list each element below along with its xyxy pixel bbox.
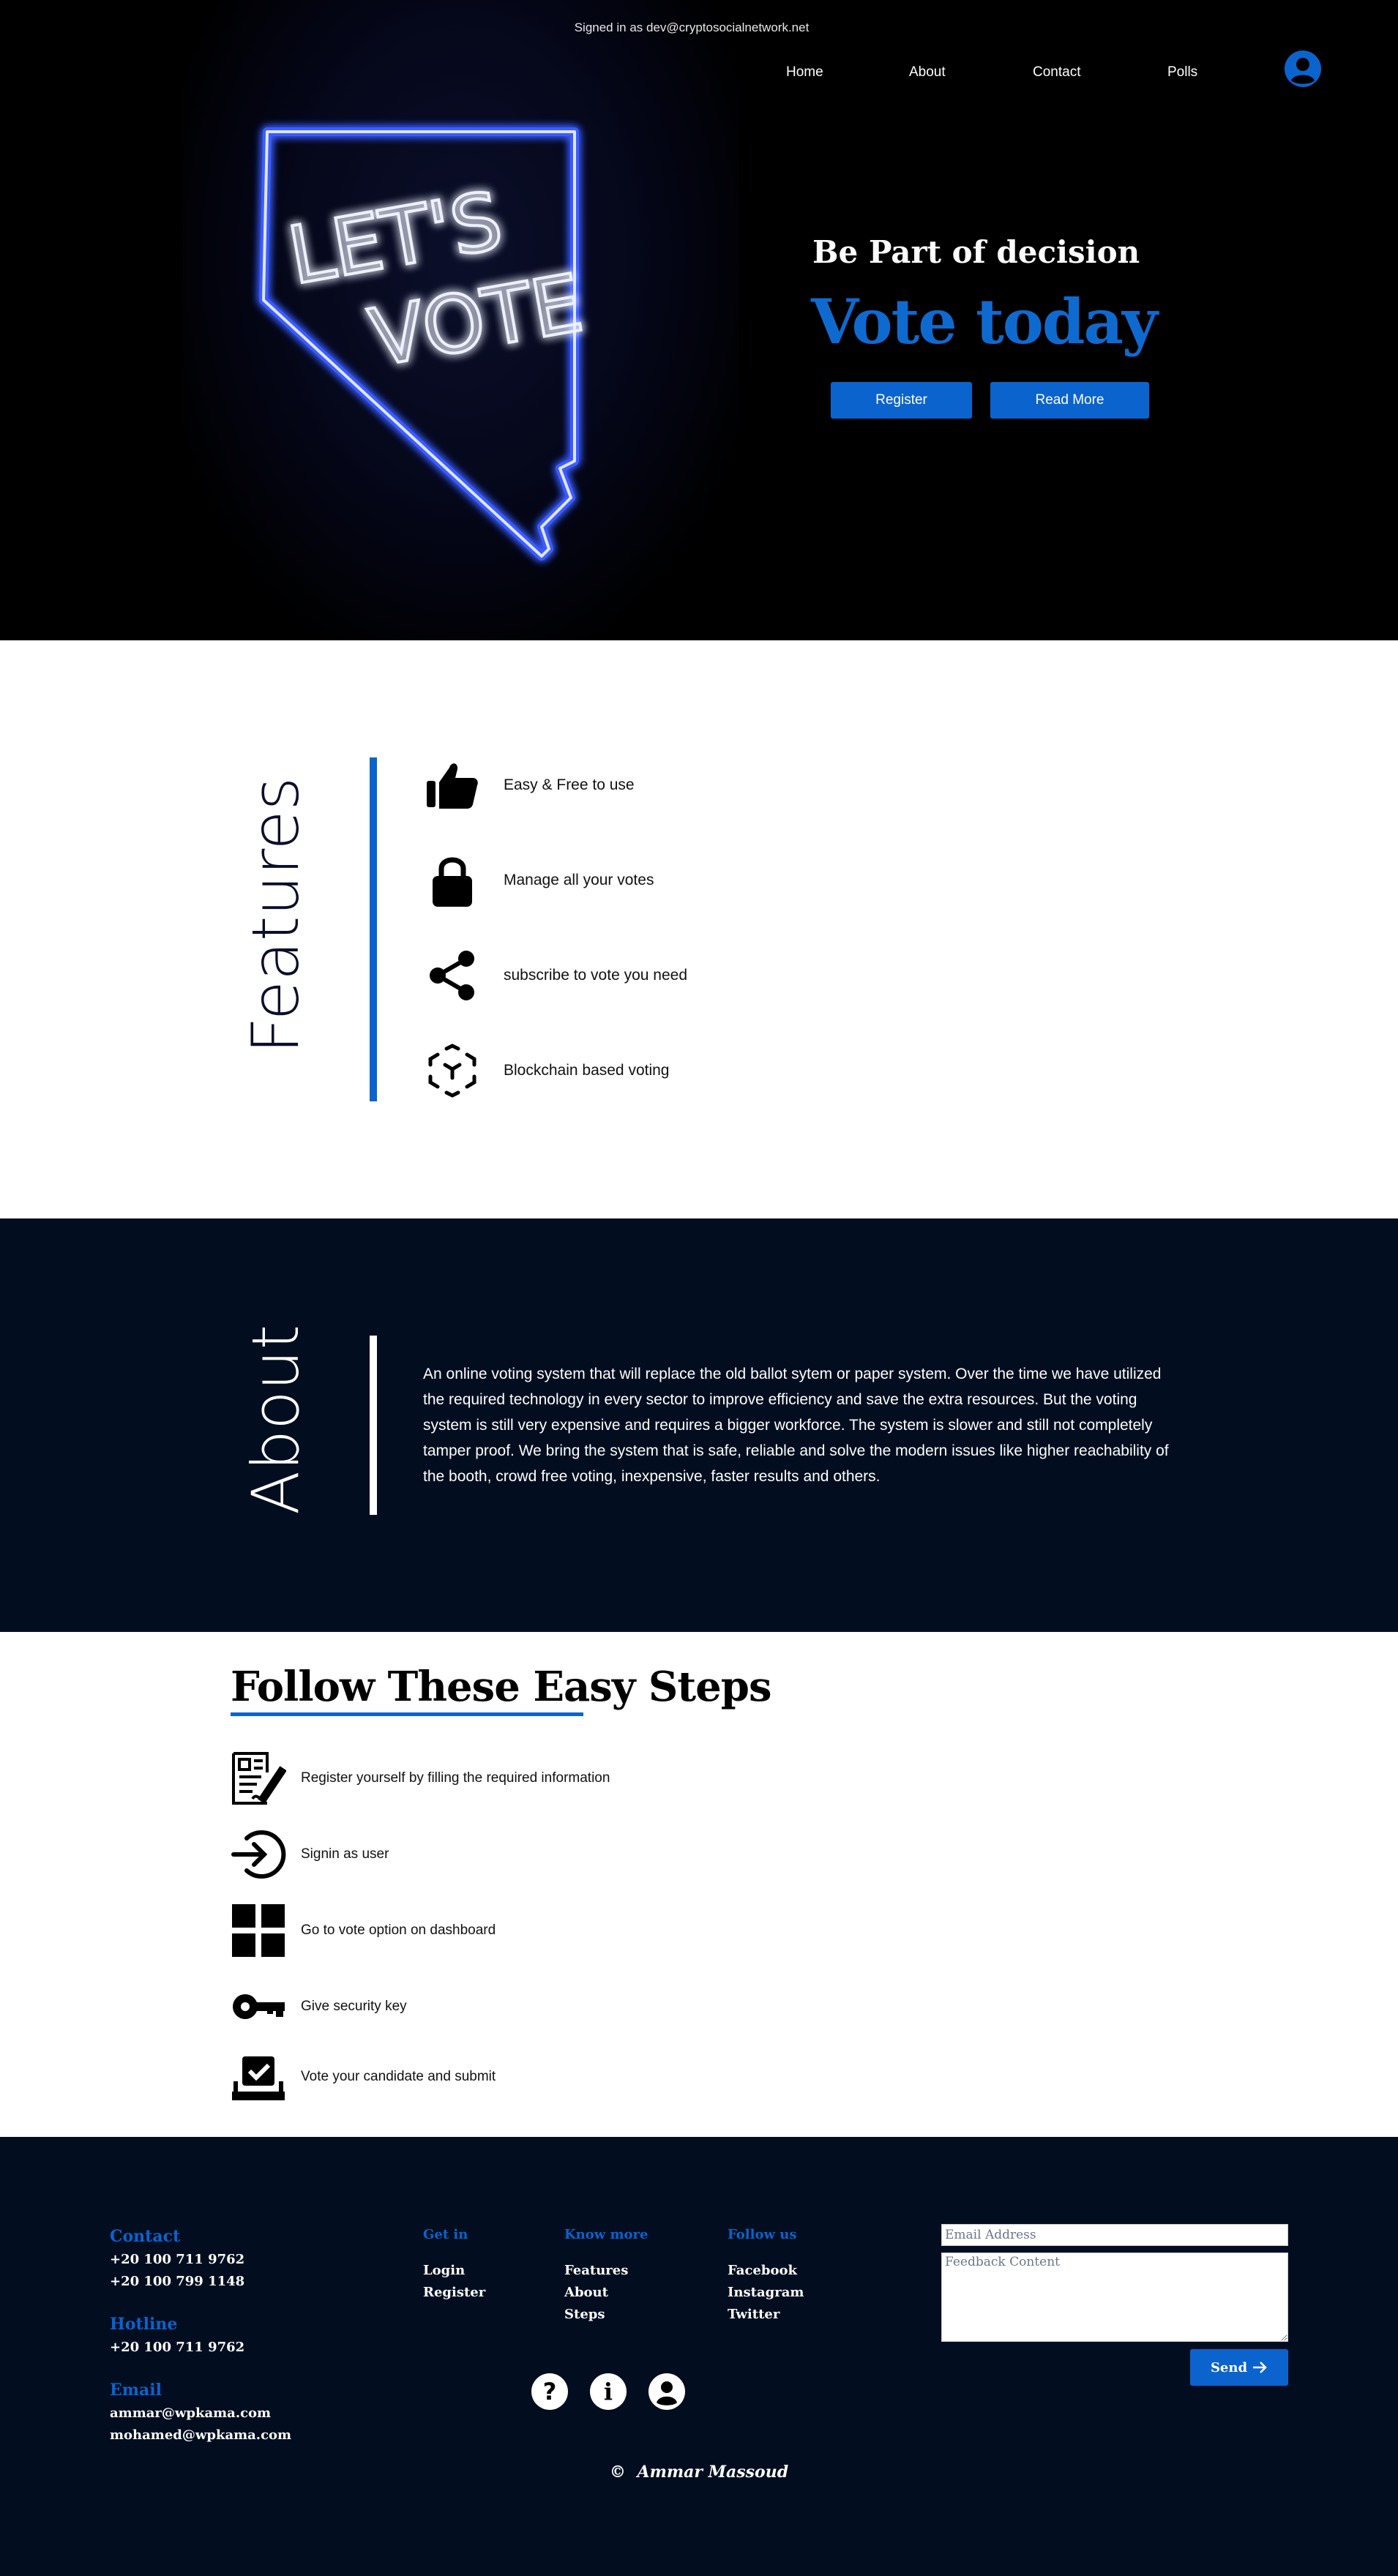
footer: Contact +20 100 711 9762 +20 100 799 114…	[0, 2137, 1398, 2576]
about-section: About An online voting system that will …	[0, 1218, 1398, 1632]
footer-hotline-heading: Hotline	[110, 2315, 178, 2334]
step-label: Give security key	[301, 1999, 407, 2014]
features-title: Features	[238, 776, 313, 1054]
feature-item: subscribe to vote you need	[423, 946, 687, 1005]
user-icon[interactable]	[648, 2373, 685, 2410]
step-item: Vote your candidate and submit	[231, 2049, 496, 2105]
step-item: Signin as user	[231, 1827, 389, 1882]
footer-link-register[interactable]: Register	[423, 2285, 485, 2300]
share-icon	[423, 946, 482, 1005]
features-divider	[370, 757, 377, 1101]
thumbs-up-icon	[423, 756, 482, 815]
copyright: © Ammar Massoud	[0, 2463, 1398, 2482]
footer-email-input[interactable]	[941, 2224, 1288, 2246]
footer-link-instagram[interactable]: Instagram	[728, 2285, 804, 2300]
lock-icon	[423, 851, 482, 910]
step-label: Vote your candidate and submit	[301, 2069, 496, 2084]
feature-label: Manage all your votes	[504, 872, 654, 888]
step-item: Register yourself by filling the require…	[231, 1751, 610, 1806]
footer-follow-heading: Follow us	[728, 2227, 797, 2242]
feature-item: Manage all your votes	[423, 851, 654, 910]
step-label: Register yourself by filling the require…	[301, 1770, 610, 1786]
copyright-symbol: ©	[609, 2463, 626, 2482]
read-more-button[interactable]: Read More	[990, 382, 1149, 419]
about-divider	[370, 1336, 377, 1515]
feature-item: Blockchain based voting	[423, 1041, 669, 1100]
hero-subtitle: Be Part of decision	[812, 234, 1140, 270]
footer-feedback-textarea[interactable]	[941, 2253, 1288, 2342]
steps-section: Follow These Easy Steps Register yoursel…	[0, 1632, 1398, 2137]
register-button[interactable]: Register	[831, 382, 972, 419]
about-paragraph: An online voting system that will replac…	[423, 1366, 1169, 1485]
footer-link-about[interactable]: About	[564, 2285, 608, 2300]
about-title: About	[238, 1324, 313, 1515]
hero-section: Signed in as dev@cryptosocialnetwork.net…	[0, 0, 1398, 640]
question-icon[interactable]: ?	[531, 2373, 568, 2410]
footer-link-twitter[interactable]: Twitter	[728, 2307, 780, 2322]
step-item: Give security key	[231, 1979, 407, 2034]
nav-about[interactable]: About	[909, 64, 946, 80]
arrow-right-icon	[1253, 2362, 1267, 2373]
register-form-icon	[231, 1751, 286, 1806]
key-icon	[231, 1979, 286, 2034]
user-circle-icon[interactable]	[1284, 50, 1322, 88]
step-label: Signin as user	[301, 1846, 389, 1862]
footer-email: mohamed@wpkama.com	[110, 2427, 292, 2443]
main-nav: Home About Contact Polls	[0, 64, 1398, 86]
footer-link-steps[interactable]: Steps	[564, 2307, 605, 2322]
footer-know-more-heading: Know more	[564, 2227, 648, 2242]
footer-get-in-heading: Get in	[423, 2227, 468, 2242]
nav-polls[interactable]: Polls	[1167, 64, 1197, 80]
footer-phone: +20 100 711 9762	[110, 2252, 245, 2267]
features-section: Features Easy & Free to use Manage all y…	[0, 640, 1398, 1218]
footer-email-heading: Email	[110, 2381, 162, 2400]
steps-title-underlined: Follow These Easy	[231, 1663, 635, 1711]
nav-contact[interactable]: Contact	[1033, 64, 1080, 80]
footer-link-features[interactable]: Features	[564, 2263, 628, 2278]
nav-home[interactable]: Home	[786, 64, 823, 80]
steps-title-underline	[231, 1712, 583, 1716]
sign-in-icon	[231, 1827, 286, 1882]
signed-in-status: Signed in as dev@cryptosocialnetwork.net	[574, 20, 810, 34]
neon-vote-sign-image: LET'S VOTE	[259, 127, 591, 561]
send-button[interactable]: Send	[1190, 2349, 1288, 2386]
steps-title-rest: Steps	[635, 1663, 772, 1711]
steps-title: Follow These Easy Steps	[231, 1663, 771, 1711]
send-label: Send	[1210, 2359, 1248, 2375]
blockchain-cube-icon	[423, 1041, 482, 1100]
footer-link-facebook[interactable]: Facebook	[728, 2263, 797, 2278]
copyright-name: Ammar Massoud	[637, 2463, 789, 2482]
feature-label: Blockchain based voting	[504, 1062, 670, 1079]
feature-label: subscribe to vote you need	[504, 967, 687, 984]
footer-contact-heading: Contact	[110, 2227, 181, 2246]
info-icon[interactable]: i	[590, 2373, 627, 2410]
feature-label: Easy & Free to use	[504, 776, 635, 793]
footer-link-login[interactable]: Login	[423, 2263, 465, 2278]
dashboard-grid-icon	[231, 1903, 286, 1958]
footer-hotline-phone: +20 100 711 9762	[110, 2340, 245, 2355]
footer-phone: +20 100 799 1148	[110, 2274, 245, 2289]
feature-item: Easy & Free to use	[423, 756, 635, 815]
footer-email: ammar@wpkama.com	[110, 2405, 272, 2421]
step-label: Go to vote option on dashboard	[301, 1922, 496, 1938]
step-item: Go to vote option on dashboard	[231, 1903, 496, 1958]
ballot-box-icon	[231, 2049, 286, 2105]
hero-title: Vote today	[811, 285, 1158, 358]
